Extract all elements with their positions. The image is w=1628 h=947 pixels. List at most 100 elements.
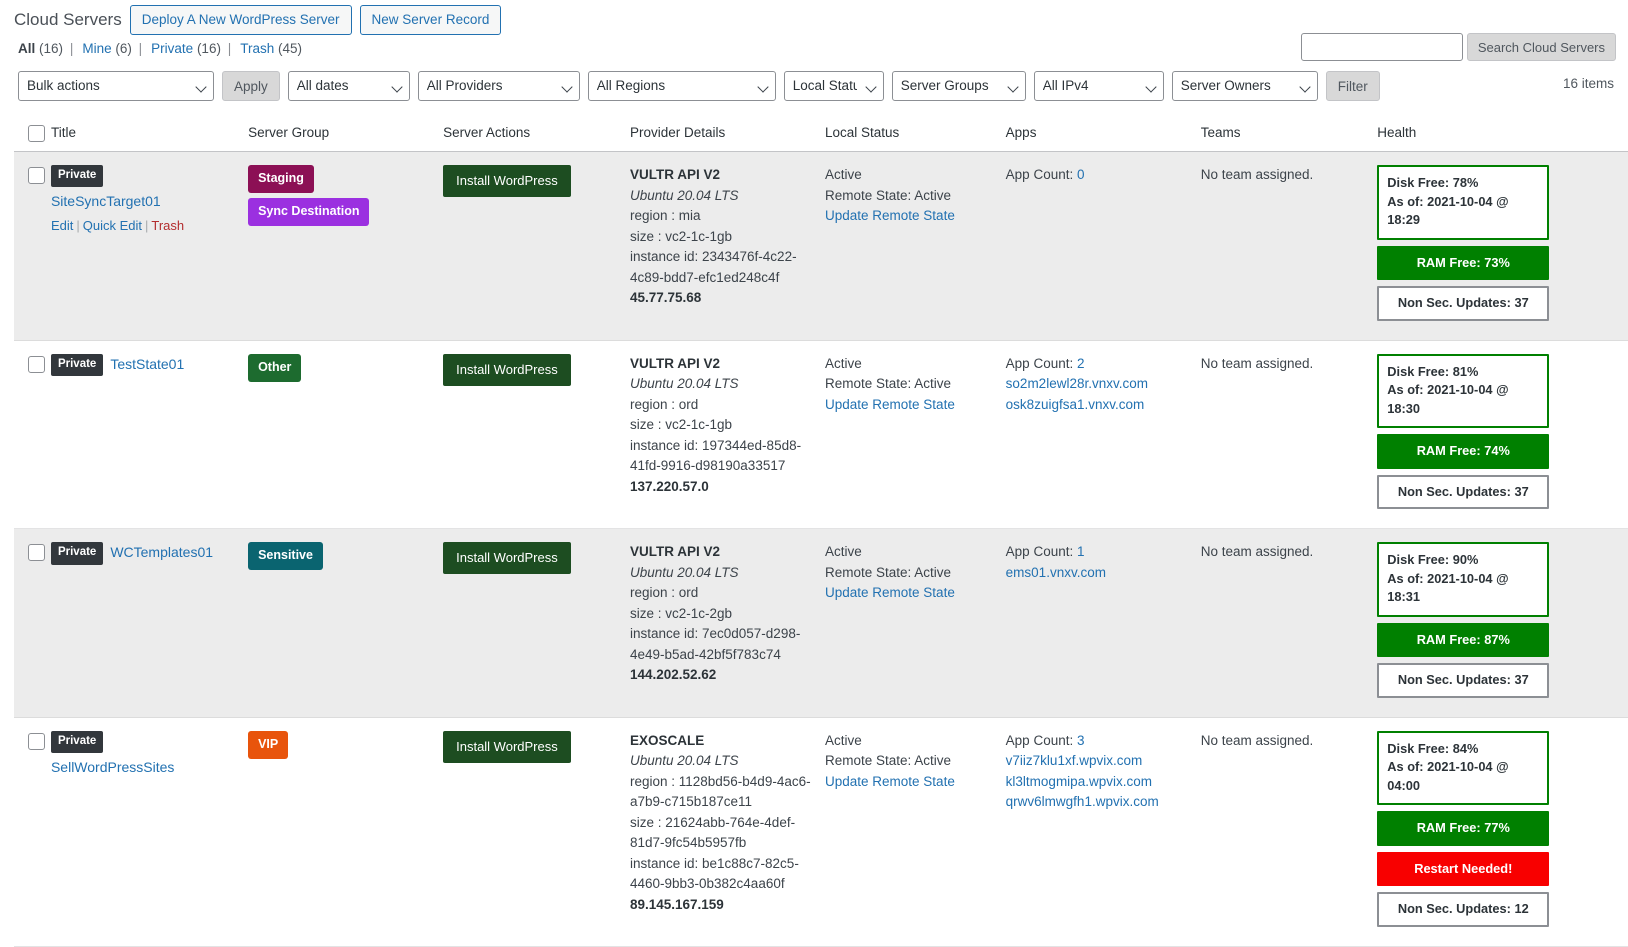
server-title-link[interactable]: TestState01 <box>110 354 184 375</box>
app-domain-link[interactable]: osk8zuigfsa1.vnxv.com <box>1006 397 1145 412</box>
row-action-trash[interactable]: Trash <box>151 218 184 233</box>
provider-size: size : vc2-1c-1gb <box>630 227 815 248</box>
view-trash-link[interactable]: Trash <box>240 41 274 56</box>
local-status-filter-select[interactable]: Local Status <box>784 71 884 101</box>
provider-name: VULTR API V2 <box>630 165 815 186</box>
bulk-actions-select[interactable]: Bulk actions <box>18 71 214 101</box>
view-private-link[interactable]: Private <box>151 41 193 56</box>
server-group-badge[interactable]: Sensitive <box>248 542 323 570</box>
row-apps-cell: App Count: 2so2m2lewl28r.vnxv.comosk8zui… <box>1006 340 1201 529</box>
local-status-value: Active <box>825 354 996 375</box>
apply-button[interactable]: Apply <box>222 71 280 101</box>
server-group-badge[interactable]: Sync Destination <box>248 198 369 226</box>
view-private[interactable]: Private (16) | <box>151 41 234 56</box>
provider-region: region : mia <box>630 206 815 227</box>
server-title-link[interactable]: SellWordPressSites <box>51 757 238 778</box>
row-local-status-cell: ActiveRemote State: ActiveUpdate Remote … <box>825 340 1006 529</box>
server-groups-filter-select[interactable]: Server Groups <box>892 71 1026 101</box>
post-state-badge: Private <box>51 731 103 753</box>
provider-name: VULTR API V2 <box>630 354 815 375</box>
search-input[interactable] <box>1301 33 1463 61</box>
install-wordpress-button[interactable]: Install WordPress <box>443 542 571 574</box>
tablenav-top: Bulk actions Apply All dates All Provide… <box>18 70 1628 102</box>
providers-filter-select[interactable]: All Providers <box>418 71 580 101</box>
view-mine-link[interactable]: Mine <box>82 41 111 56</box>
row-provider-details-cell: VULTR API V2Ubuntu 20.04 LTSregion : mia… <box>630 152 825 341</box>
provider-os: Ubuntu 20.04 LTS <box>630 751 815 772</box>
app-domain-link[interactable]: qrwv6lmwgfh1.wpvix.com <box>1006 794 1159 809</box>
view-trash[interactable]: Trash (45) <box>240 41 302 56</box>
row-select-checkbox[interactable] <box>28 356 45 373</box>
row-health-cell: Disk Free: 90%As of: 2021-10-04 @ 18:31R… <box>1377 529 1628 718</box>
install-wordpress-button[interactable]: Install WordPress <box>443 354 571 386</box>
server-group-badge[interactable]: VIP <box>248 731 288 759</box>
app-domain-link[interactable]: kl3ltmogmipa.wpvix.com <box>1006 774 1152 789</box>
row-provider-details-cell: EXOSCALEUbuntu 20.04 LTSregion : 1128bd5… <box>630 717 825 946</box>
row-select-checkbox[interactable] <box>28 733 45 750</box>
column-header-server-actions[interactable]: Server Actions <box>443 114 630 152</box>
app-domain-link[interactable]: v7iiz7klu1xf.wpvix.com <box>1006 753 1143 768</box>
ipv4-filter-select[interactable]: All IPv4 <box>1034 71 1164 101</box>
server-group-badge[interactable]: Other <box>248 354 301 382</box>
column-header-title[interactable]: Title <box>51 114 248 152</box>
server-title-link[interactable]: WCTemplates01 <box>110 542 213 563</box>
non-sec-updates-bar: Non Sec. Updates: 37 <box>1377 475 1549 509</box>
row-select-checkbox[interactable] <box>28 167 45 184</box>
search-submit-button[interactable]: Search Cloud Servers <box>1467 33 1616 61</box>
row-teams-cell: No team assigned. <box>1201 152 1378 341</box>
row-action-edit[interactable]: Edit <box>51 218 73 233</box>
table-header-row: Title Server Group Server Actions Provid… <box>14 114 1628 152</box>
app-count: App Count: 3 <box>1006 731 1191 752</box>
table-row: PrivateWCTemplates01SensitiveInstall Wor… <box>14 529 1628 718</box>
deploy-new-wordpress-server-button[interactable]: Deploy A New WordPress Server <box>130 5 352 36</box>
update-remote-state-link[interactable]: Update Remote State <box>825 774 955 789</box>
providers-select-wrap: All Providers <box>418 71 580 101</box>
page-header: Cloud Servers Deploy A New WordPress Ser… <box>0 0 1628 34</box>
update-remote-state-link[interactable]: Update Remote State <box>825 585 955 600</box>
column-header-local-status[interactable]: Local Status <box>825 114 1006 152</box>
view-all-link[interactable]: All <box>18 41 35 56</box>
view-all-count: (16) <box>39 41 63 56</box>
remote-state-value: Remote State: Active <box>825 563 996 584</box>
server-owners-filter-select[interactable]: Server Owners <box>1172 71 1318 101</box>
row-apps-cell: App Count: 0 <box>1006 152 1201 341</box>
column-header-apps[interactable]: Apps <box>1006 114 1201 152</box>
row-title-cell: Private SellWordPressSites <box>51 717 248 946</box>
column-header-server-group[interactable]: Server Group <box>248 114 443 152</box>
non-sec-updates-bar: Non Sec. Updates: 12 <box>1377 892 1549 926</box>
install-wordpress-button[interactable]: Install WordPress <box>443 731 571 763</box>
update-remote-state-link[interactable]: Update Remote State <box>825 397 955 412</box>
app-domain-link[interactable]: so2m2lewl28r.vnxv.com <box>1006 376 1148 391</box>
row-local-status-cell: ActiveRemote State: ActiveUpdate Remote … <box>825 717 1006 946</box>
new-server-record-button[interactable]: New Server Record <box>360 5 502 36</box>
view-mine[interactable]: Mine (6) | <box>82 41 145 56</box>
remote-state-value: Remote State: Active <box>825 751 996 772</box>
row-server-actions-cell: Install WordPress <box>443 717 630 946</box>
install-wordpress-button[interactable]: Install WordPress <box>443 165 571 197</box>
row-apps-cell: App Count: 3v7iiz7klu1xf.wpvix.com kl3ltm… <box>1006 717 1201 946</box>
row-select-checkbox[interactable] <box>28 544 45 561</box>
update-remote-state-link[interactable]: Update Remote State <box>825 208 955 223</box>
server-title-link[interactable]: SiteSyncTarget01 <box>51 191 238 212</box>
disk-free-timestamp: As of: 2021-10-04 @ 18:29 <box>1387 193 1539 230</box>
filter-button[interactable]: Filter <box>1326 71 1380 101</box>
disk-free-value: Disk Free: 78% <box>1387 174 1539 193</box>
view-trash-label: Trash <box>240 41 274 56</box>
select-all-checkbox[interactable] <box>28 125 45 142</box>
row-title-cell: Private TestState01 <box>51 340 248 529</box>
column-header-teams[interactable]: Teams <box>1201 114 1378 152</box>
post-state-badge: Private <box>51 354 103 376</box>
column-header-provider-details[interactable]: Provider Details <box>630 114 825 152</box>
column-header-health[interactable]: Health <box>1377 114 1628 152</box>
row-server-group-cell: Other <box>248 340 443 529</box>
regions-filter-select[interactable]: All Regions <box>588 71 776 101</box>
table-row: Private SellWordPressSites VIP Install Word… <box>14 717 1628 946</box>
row-title-cell: PrivateSiteSyncTarget01Edit|Quick Edit|T… <box>51 152 248 341</box>
provider-instance-id: instance id: 7ec0d057-d298-4e49-b5ad-42b… <box>630 624 815 665</box>
app-domain-link[interactable]: ems01.vnxv.com <box>1006 565 1106 580</box>
row-action-divider: | <box>73 218 82 233</box>
view-all[interactable]: All (16) | <box>18 41 76 56</box>
server-group-badge[interactable]: Staging <box>248 165 314 193</box>
row-action-quick-edit[interactable]: Quick Edit <box>83 218 142 233</box>
dates-filter-select[interactable]: All dates <box>288 71 410 101</box>
